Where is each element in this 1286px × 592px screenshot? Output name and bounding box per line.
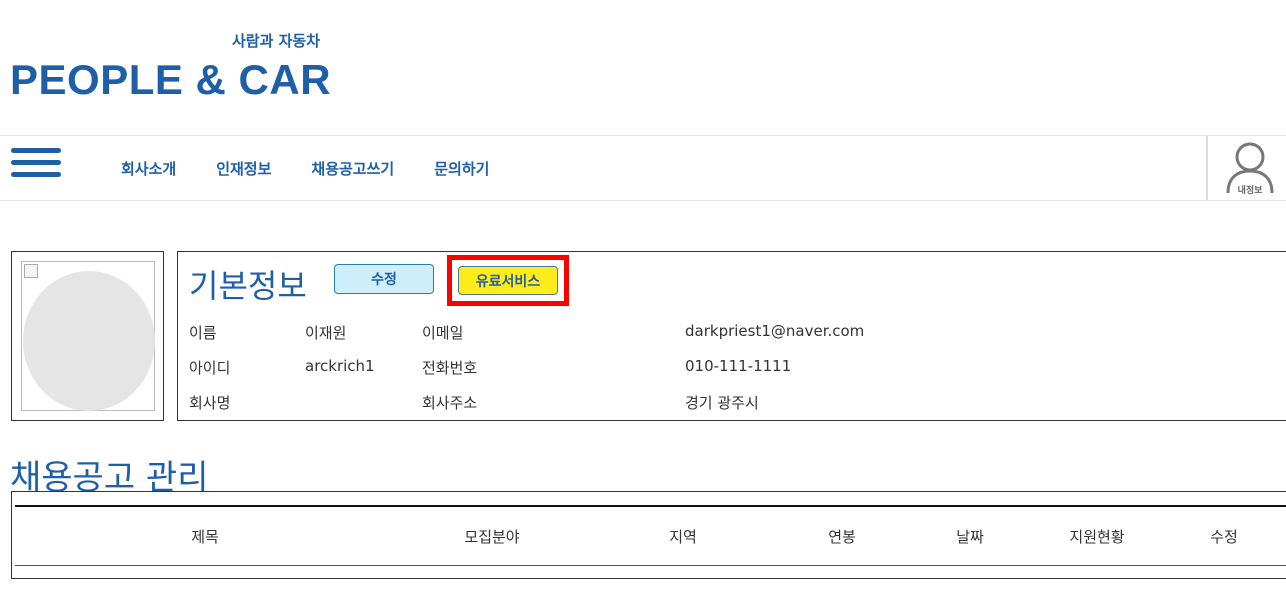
table-header-top-border bbox=[15, 505, 1286, 507]
company-address-value: 경기 광주시 bbox=[685, 394, 759, 412]
paid-service-button[interactable]: 유료서비스 bbox=[458, 266, 558, 295]
company-address-label: 회사주소 bbox=[422, 394, 478, 412]
profile-photo-box bbox=[11, 251, 164, 421]
basic-info-title: 기본정보 bbox=[189, 267, 307, 305]
site-logo[interactable]: 사람과 자동차 PEOPLE & CAR bbox=[10, 28, 340, 103]
logo-title: PEOPLE & CAR bbox=[10, 56, 332, 103]
name-label: 이름 bbox=[189, 324, 217, 342]
nav-item-talent-info[interactable]: 인재정보 bbox=[216, 158, 271, 179]
my-info-label: 내정보 bbox=[1237, 186, 1263, 196]
profile-photo bbox=[23, 271, 155, 411]
column-header-title: 제목 bbox=[191, 528, 219, 546]
id-value: arckrich1 bbox=[305, 357, 375, 375]
id-label: 아이디 bbox=[189, 359, 231, 377]
column-header-edit: 수정 bbox=[1210, 528, 1238, 546]
nav-items: 회사소개 인재정보 채용공고쓰기 문의하기 bbox=[121, 136, 529, 200]
my-info-area: 내정보 bbox=[1206, 136, 1286, 200]
column-header-region: 지역 bbox=[669, 528, 697, 546]
edit-profile-button[interactable]: 수정 bbox=[334, 264, 434, 294]
table-header-bottom-border bbox=[15, 565, 1286, 566]
phone-label: 전화번호 bbox=[422, 359, 478, 377]
name-value: 이재원 bbox=[305, 324, 347, 342]
basic-info-panel: 기본정보 수정 유료서비스 이름 이재원 이메일 darkpriest1@nav… bbox=[177, 251, 1286, 421]
column-header-salary: 연봉 bbox=[828, 528, 856, 546]
email-label: 이메일 bbox=[422, 324, 464, 342]
profile-photo-frame bbox=[21, 261, 155, 411]
broken-image-icon bbox=[24, 264, 38, 278]
company-name-label: 회사명 bbox=[189, 394, 231, 412]
column-header-date: 날짜 bbox=[956, 528, 984, 546]
column-header-applications: 지원현황 bbox=[1069, 528, 1125, 546]
nav-item-company-intro[interactable]: 회사소개 bbox=[121, 158, 176, 179]
column-header-field: 모집분야 bbox=[464, 528, 520, 546]
main-nav: 회사소개 인재정보 채용공고쓰기 문의하기 내정보 bbox=[0, 135, 1286, 201]
nav-item-contact[interactable]: 문의하기 bbox=[434, 158, 489, 179]
hamburger-menu-icon[interactable] bbox=[11, 148, 61, 180]
paid-service-highlight: 유료서비스 bbox=[447, 255, 569, 306]
phone-value: 010-111-1111 bbox=[685, 357, 792, 375]
job-post-table: 제목 모집분야 지역 연봉 날짜 지원현황 수정 bbox=[11, 491, 1286, 579]
email-value: darkpriest1@naver.com bbox=[685, 322, 865, 340]
logo-subtitle: 사람과 자동차 bbox=[232, 32, 321, 50]
user-profile-icon[interactable]: 내정보 bbox=[1224, 141, 1276, 197]
nav-item-write-job-post[interactable]: 채용공고쓰기 bbox=[311, 158, 394, 179]
